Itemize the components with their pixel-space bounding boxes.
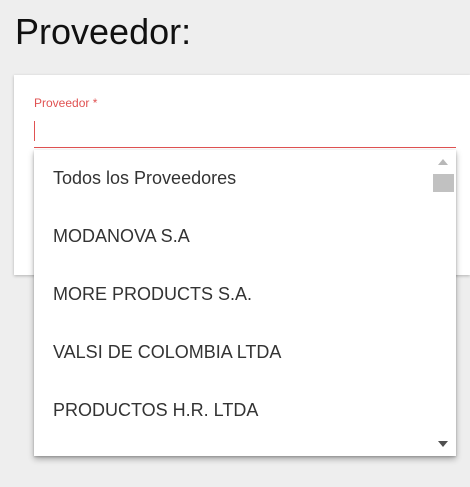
dropdown-option-productos-hr[interactable]: PRODUCTOS H.R. LTDA <box>34 381 430 439</box>
triangle-up-icon <box>438 159 448 165</box>
supplier-dropdown: Todos los Proveedores MODANOVA S.A MORE … <box>34 150 456 456</box>
dropdown-option-valsi[interactable]: VALSI DE COLOMBIA LTDA <box>34 323 430 381</box>
dropdown-option-more-products[interactable]: MORE PRODUCTS S.A. <box>34 265 430 323</box>
supplier-field-label: Proveedor * <box>34 96 98 110</box>
dropdown-scrollbar[interactable] <box>430 150 456 456</box>
dropdown-option-all-suppliers[interactable]: Todos los Proveedores <box>34 150 430 207</box>
page-title: Proveedor: <box>15 11 192 52</box>
triangle-down-icon <box>438 441 448 447</box>
supplier-dropdown-list: Todos los Proveedores MODANOVA S.A MORE … <box>34 150 430 456</box>
scroll-up-button[interactable] <box>430 152 456 172</box>
dropdown-option-modanova[interactable]: MODANOVA S.A <box>34 207 430 265</box>
text-cursor <box>34 121 35 141</box>
scroll-down-button[interactable] <box>430 434 456 454</box>
supplier-input[interactable] <box>34 117 456 148</box>
scroll-thumb[interactable] <box>433 174 454 192</box>
